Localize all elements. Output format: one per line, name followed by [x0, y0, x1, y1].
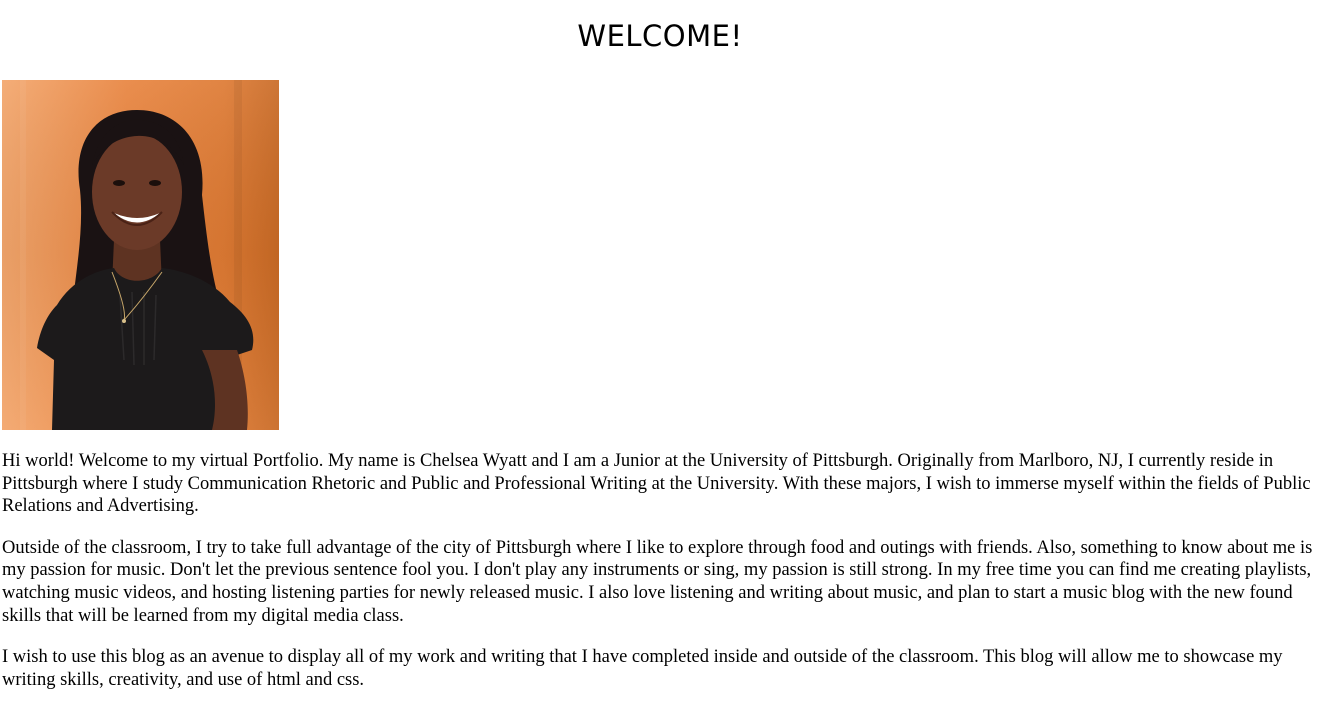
profile-photo [2, 80, 279, 430]
bio-paragraph-interests: Outside of the classroom, I try to take … [2, 537, 1313, 626]
bio-section: Hi world! Welcome to my virtual Portfoli… [2, 450, 1320, 710]
bio-paragraph-intro: Hi world! Welcome to my virtual Portfoli… [2, 451, 1311, 517]
bio-paragraph-blog-purpose: I wish to use this blog as an avenue to … [2, 647, 1283, 690]
portrait-photo-icon [2, 80, 279, 430]
page-title: WELCOME! [577, 19, 743, 53]
